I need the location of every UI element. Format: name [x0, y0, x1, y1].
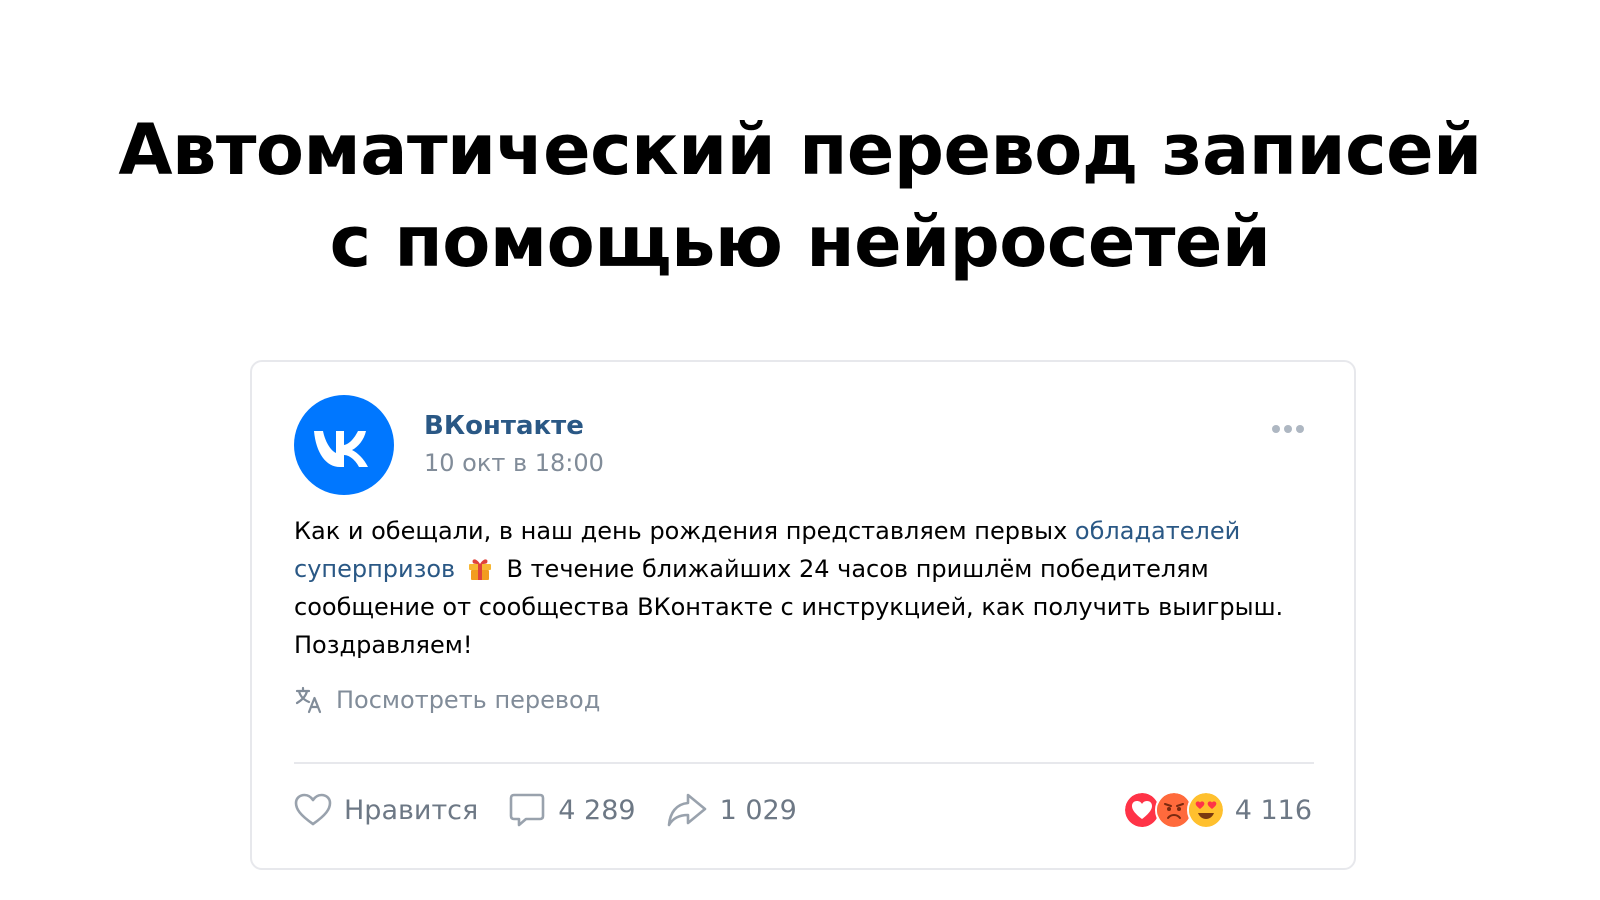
post-card: ВКонтакте 10 окт в 18:00 Как и обещали, …: [250, 360, 1356, 870]
post-text: Как и обещали, в наш день рождения предс…: [294, 512, 1314, 664]
more-dots-icon[interactable]: [1272, 418, 1312, 434]
vk-logo-icon: [314, 431, 368, 467]
post-text-part-1: Как и обещали, в наш день рождения предс…: [294, 517, 1075, 545]
gift-icon: [468, 559, 491, 580]
reactions-count: 4 116: [1234, 794, 1312, 826]
headline-line-1: Автоматический перевод записей: [118, 109, 1482, 191]
like-button[interactable]: Нравится: [294, 793, 478, 827]
share-button[interactable]: 1 029: [666, 792, 797, 828]
like-label: Нравится: [344, 794, 479, 826]
headline: Автоматический перевод записей с помощью…: [0, 104, 1600, 288]
comment-button[interactable]: 4 289: [508, 792, 636, 828]
translate-button[interactable]: Посмотреть перевод: [294, 684, 600, 716]
translate-icon: [295, 686, 322, 714]
post-author[interactable]: ВКонтакте: [424, 410, 584, 442]
heart-eyes-face-icon: [1186, 791, 1225, 829]
post-actions: Нравится 4 289 1 029: [294, 790, 827, 830]
comments-count: 4 289: [558, 794, 636, 826]
shares-count: 1 029: [719, 794, 797, 826]
avatar[interactable]: [294, 395, 394, 495]
heart-icon: [294, 793, 332, 826]
comment-icon: [509, 793, 545, 827]
headline-line-2: с помощью нейросетей: [329, 201, 1271, 283]
reactions[interactable]: 4 116: [1122, 790, 1312, 830]
translate-label: Посмотреть перевод: [336, 686, 601, 714]
page: Автоматический перевод записей с помощью…: [0, 0, 1600, 900]
post-date[interactable]: 10 окт в 18:00: [424, 448, 604, 478]
reaction-stack: [1122, 791, 1225, 829]
divider: [294, 762, 1314, 764]
share-icon: [667, 793, 706, 827]
